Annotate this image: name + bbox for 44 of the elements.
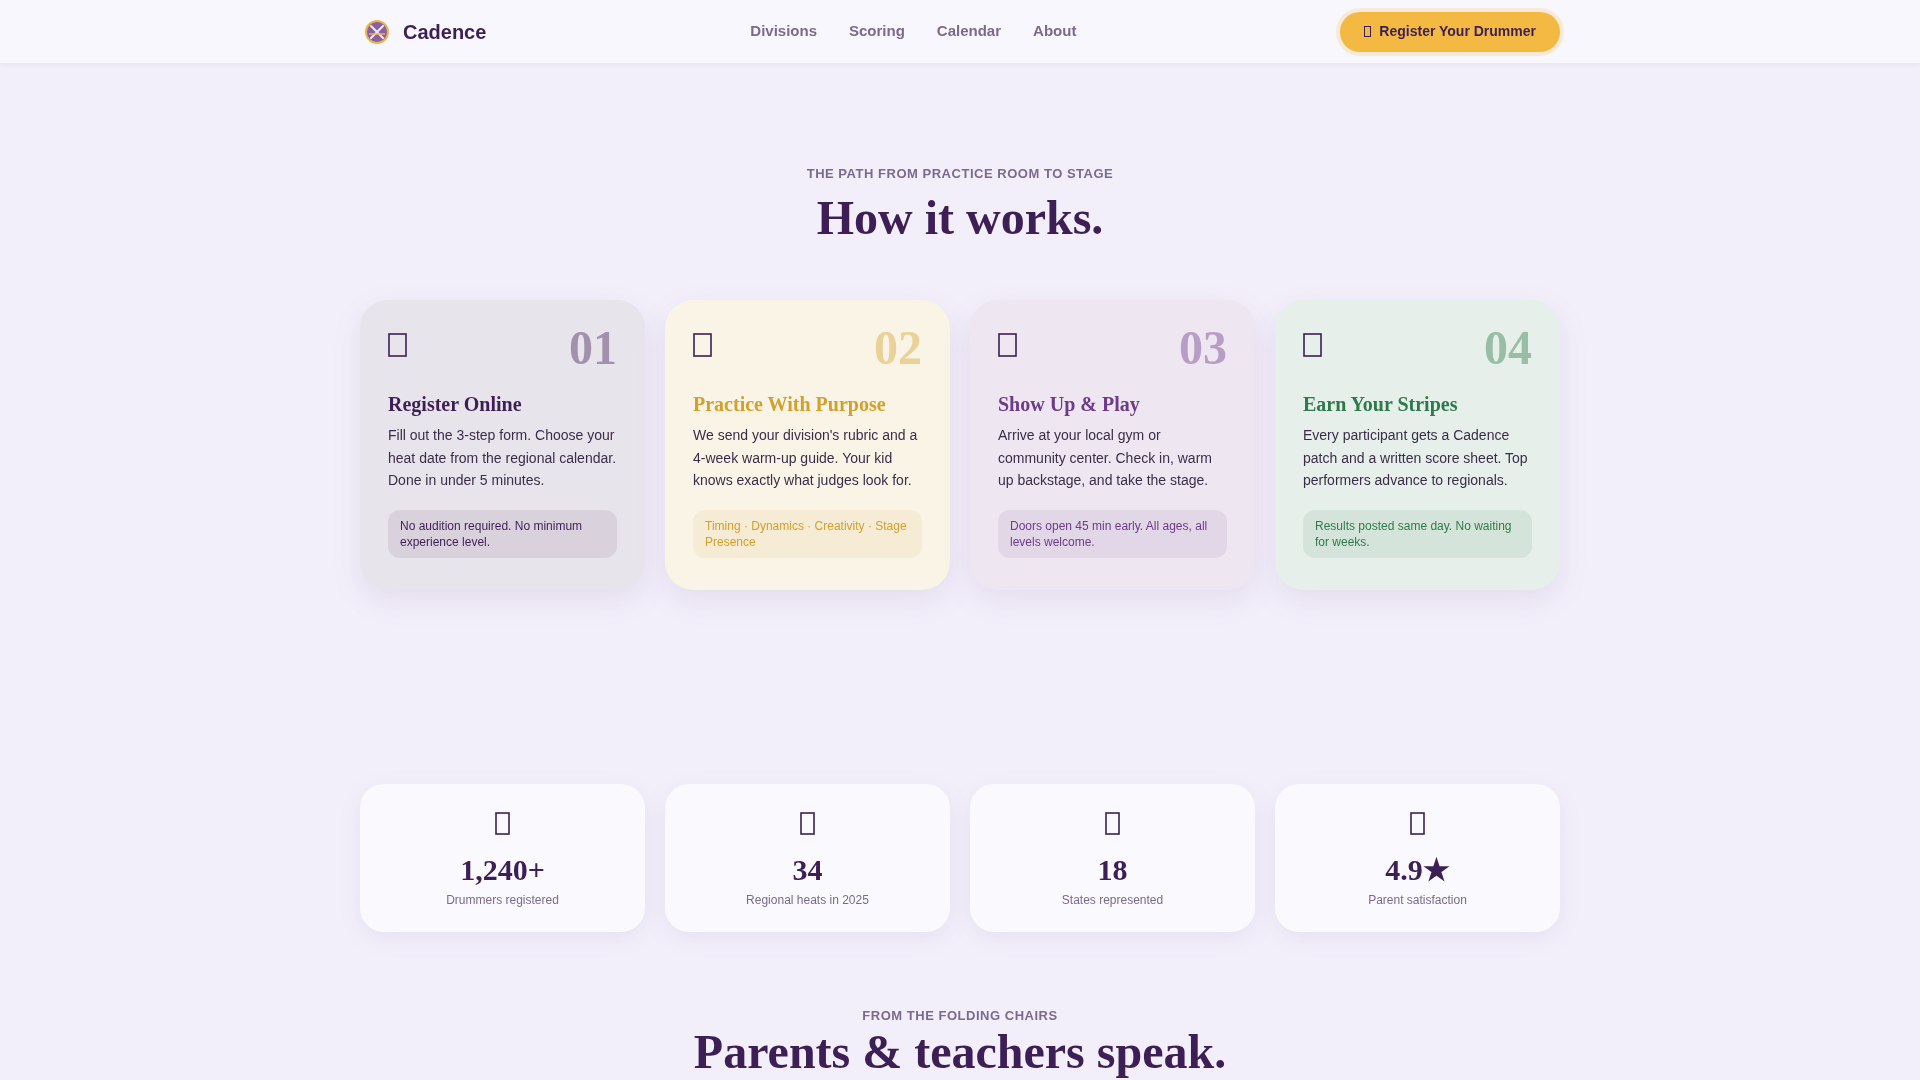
rectangle-outline-icon — [998, 333, 1017, 357]
step-description: We send your division's rubric and a 4-week warm-up guide. Your kid knows exactly what judges look for. — [693, 426, 919, 490]
step-number: 04 — [1484, 324, 1532, 372]
step-title: Register Online — [388, 392, 523, 418]
step-number: 03 — [1179, 324, 1227, 372]
stat-label: States represented — [1061, 891, 1164, 908]
section-eyebrow: THE PATH FROM PRACTICE ROOM TO STAGE — [806, 166, 1114, 182]
rectangle-outline-icon — [1303, 333, 1322, 357]
stat-label: Drummers registered — [446, 891, 559, 908]
rectangle-outline-icon — [1364, 26, 1372, 37]
rectangle-outline-icon — [1410, 811, 1425, 835]
stat-value: 4.9★ — [1385, 851, 1450, 888]
rectangle-outline-icon — [1105, 811, 1120, 835]
nav-link[interactable]: Calendar — [936, 20, 1002, 43]
step-number: 01 — [569, 324, 617, 372]
step-note: Doors open 45 min early. All ages, all levels welcome. — [998, 509, 1227, 558]
step-description: Fill out the 3-step form. Choose your heat date from the regional calendar. Done in under 5 minutes. — [388, 426, 617, 490]
section-heading: Parents & teachers speak. — [693, 1027, 1227, 1076]
step-title: Practice With Purpose — [693, 392, 887, 418]
rectangle-outline-icon — [495, 811, 510, 835]
rectangle-outline-icon — [388, 333, 407, 357]
drum-icon — [365, 19, 389, 44]
section-heading: How it works. — [816, 194, 1104, 242]
step-note: Results posted same day. No waiting for weeks. — [1303, 509, 1532, 558]
nav-link[interactable]: Divisions — [750, 20, 817, 43]
stat-label: Regional heats in 2025 — [746, 891, 869, 908]
rectangle-outline-icon — [693, 333, 712, 357]
step-title: Earn Your Stripes — [1303, 392, 1459, 418]
section-eyebrow: FROM THE FOLDING CHAIRS — [862, 1007, 1058, 1024]
register-button[interactable]: Register Your Drummer — [1340, 11, 1560, 52]
stat-value: 1,240+ — [460, 851, 545, 888]
step-number: 02 — [874, 324, 922, 372]
stat-value: 18 — [1097, 851, 1128, 888]
rectangle-outline-icon — [800, 811, 815, 835]
stat-label: Parent satisfaction — [1368, 891, 1467, 908]
step-description: Every participant gets a Cadence patch and a written score sheet. Top performers advance to regionals. — [1303, 426, 1529, 490]
step-note: Timing · Dynamics · Creativity · Stage Presence — [693, 509, 922, 558]
step-title: Show Up & Play — [998, 392, 1141, 418]
brand-name: Cadence — [403, 19, 487, 45]
step-note: No audition required. No minimum experience level. — [388, 509, 617, 558]
nav-link[interactable]: About — [1033, 20, 1077, 43]
step-description: Arrive at your local gym or community center. Check in, warm up backstage, and take the stage. — [998, 426, 1213, 490]
nav-link[interactable]: Scoring — [849, 20, 905, 43]
stat-value: 34 — [792, 851, 823, 888]
